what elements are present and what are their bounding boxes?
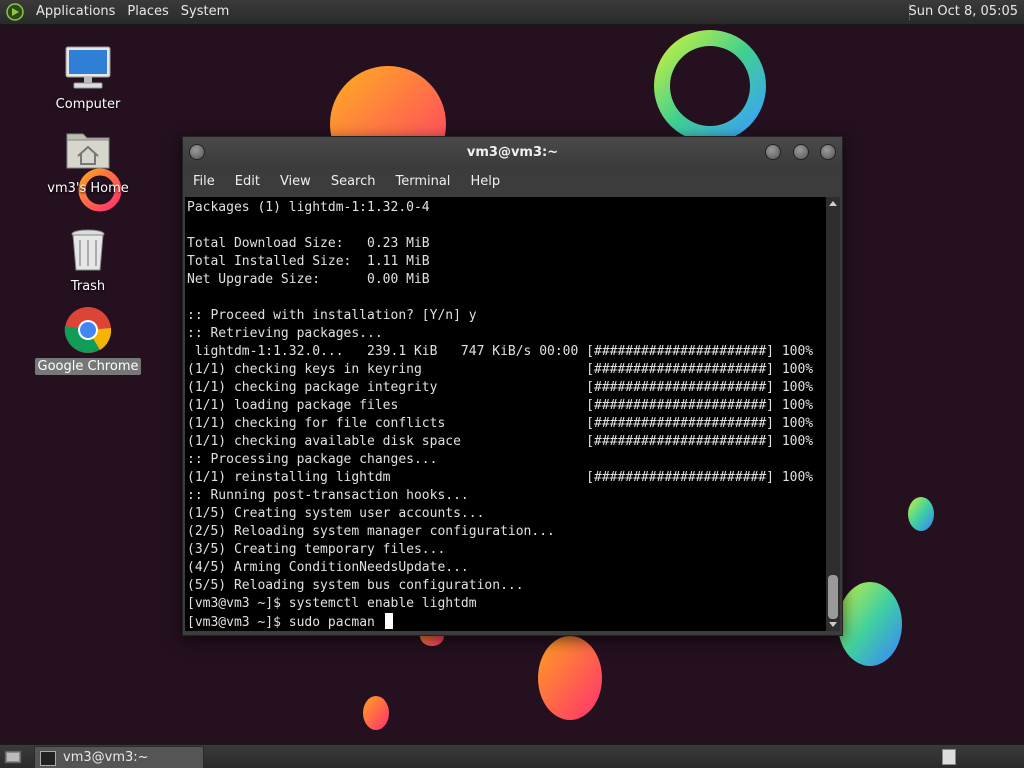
taskbar-item-label: vm3@vm3:~	[63, 750, 149, 765]
terminal-line: (1/5) Creating system user accounts...	[187, 506, 485, 521]
terminal-window[interactable]: vm3@vm3:~ File Edit View Search Terminal…	[182, 136, 843, 636]
menu-applications[interactable]: Applications	[36, 0, 115, 24]
computer-icon	[65, 46, 111, 89]
terminal-line: Net Upgrade Size: 0.00 MiB	[187, 272, 430, 287]
menu-search[interactable]: Search	[321, 169, 386, 195]
terminal-scrollbar[interactable]	[826, 197, 840, 631]
desktop-icon-computer[interactable]: Computer	[32, 44, 144, 113]
desktop-icon-label: vm3's Home	[47, 181, 129, 196]
terminal-line: (5/5) Reloading system bus configuration…	[187, 578, 524, 593]
text-cursor	[384, 613, 393, 629]
top-panel: Applications Places System Sun Oct 8, 05…	[0, 0, 1024, 25]
scroll-up-arrow-icon[interactable]	[829, 201, 837, 206]
desktop-icon-label: Computer	[55, 97, 121, 112]
window-title: vm3@vm3:~	[466, 145, 559, 160]
wallpaper-small-blue-ball	[908, 497, 934, 531]
terminal-output: Packages (1) lightdm-1:1.32.0-4 Total Do…	[185, 197, 826, 631]
menu-file[interactable]: File	[183, 169, 225, 195]
terminal-line: [vm3@vm3 ~]$ systemctl enable lightdm	[187, 596, 477, 611]
scrollbar-thumb[interactable]	[828, 575, 838, 619]
menu-places[interactable]: Places	[127, 0, 168, 24]
wallpaper-small-orange-ball	[363, 696, 389, 730]
scroll-down-arrow-icon[interactable]	[829, 622, 837, 627]
menu-help[interactable]: Help	[460, 169, 510, 195]
terminal-line: (1/1) reinstalling lightdm [############…	[187, 470, 814, 485]
clock[interactable]: Sun Oct 8, 05:05	[909, 0, 1018, 24]
bottom-panel: vm3@vm3:~	[0, 744, 1024, 768]
terminal-line: :: Retrieving packages...	[187, 326, 383, 341]
menu-terminal[interactable]: Terminal	[385, 169, 460, 195]
desktop-icon-label: Google Chrome	[34, 358, 142, 375]
terminal-line: (1/1) checking available disk space [###…	[187, 434, 814, 449]
terminal-line: Packages (1) lightdm-1:1.32.0-4	[187, 200, 430, 215]
terminal-line: (2/5) Reloading system manager configura…	[187, 524, 555, 539]
terminal-icon	[40, 751, 56, 766]
terminal-line: (3/5) Creating temporary files...	[187, 542, 446, 557]
trash-icon	[71, 229, 105, 271]
terminal-line: Total Download Size: 0.23 MiB	[187, 236, 430, 251]
menu-view[interactable]: View	[270, 169, 321, 195]
terminal-line: (1/1) loading package files [###########…	[187, 398, 814, 413]
chrome-icon	[64, 307, 112, 353]
desktop-icon-home[interactable]: vm3's Home	[32, 128, 144, 197]
terminal-screen[interactable]: Packages (1) lightdm-1:1.32.0-4 Total Do…	[185, 197, 826, 631]
terminal-line: :: Proceed with installation? [Y/n] y	[187, 308, 477, 323]
minimize-icon[interactable]	[765, 144, 781, 160]
wallpaper-green-ring	[654, 30, 766, 142]
terminal-line: (4/5) Arming ConditionNeedsUpdate...	[187, 560, 469, 575]
distro-logo-icon[interactable]	[6, 3, 24, 21]
desktop-icon-label: Trash	[70, 279, 106, 294]
terminal-history: Packages (1) lightdm-1:1.32.0-4 Total Do…	[187, 200, 813, 611]
terminal-line: :: Processing package changes...	[187, 452, 438, 467]
terminal-menu-bar: File Edit View Search Terminal Help	[183, 169, 842, 195]
terminal-input[interactable]: sudo pacman	[289, 615, 383, 630]
show-desktop-icon[interactable]	[4, 749, 22, 765]
terminal-line: :: Running post-transaction hooks...	[187, 488, 469, 503]
window-menu-icon[interactable]	[189, 144, 205, 160]
workspace-switcher[interactable]	[942, 749, 956, 765]
terminal-title-bar[interactable]: vm3@vm3:~	[183, 137, 842, 169]
terminal-line: (1/1) checking package integrity [######…	[187, 380, 814, 395]
terminal-line: lightdm-1:1.32.0... 239.1 KiB 747 KiB/s …	[194, 344, 814, 359]
desktop[interactable]: Applications Places System Sun Oct 8, 05…	[0, 0, 1024, 768]
wallpaper-blue-ball	[838, 582, 902, 666]
home-folder-icon	[66, 133, 110, 169]
taskbar-item-terminal[interactable]: vm3@vm3:~	[34, 746, 204, 768]
desktop-icon-chrome[interactable]: Google Chrome	[32, 306, 144, 375]
menu-edit[interactable]: Edit	[225, 169, 270, 195]
terminal-line: (1/1) checking keys in keyring [########…	[187, 362, 814, 377]
close-icon[interactable]	[820, 144, 836, 160]
terminal-line: Total Installed Size: 1.11 MiB	[187, 254, 430, 269]
terminal-line: (1/1) checking for file conflicts [#####…	[187, 416, 814, 431]
wallpaper-pink-ball	[538, 636, 602, 720]
terminal-prompt: [vm3@vm3 ~]$	[187, 615, 289, 630]
desktop-icon-trash[interactable]: Trash	[32, 226, 144, 295]
menu-system[interactable]: System	[181, 0, 229, 24]
maximize-icon[interactable]	[793, 144, 809, 160]
